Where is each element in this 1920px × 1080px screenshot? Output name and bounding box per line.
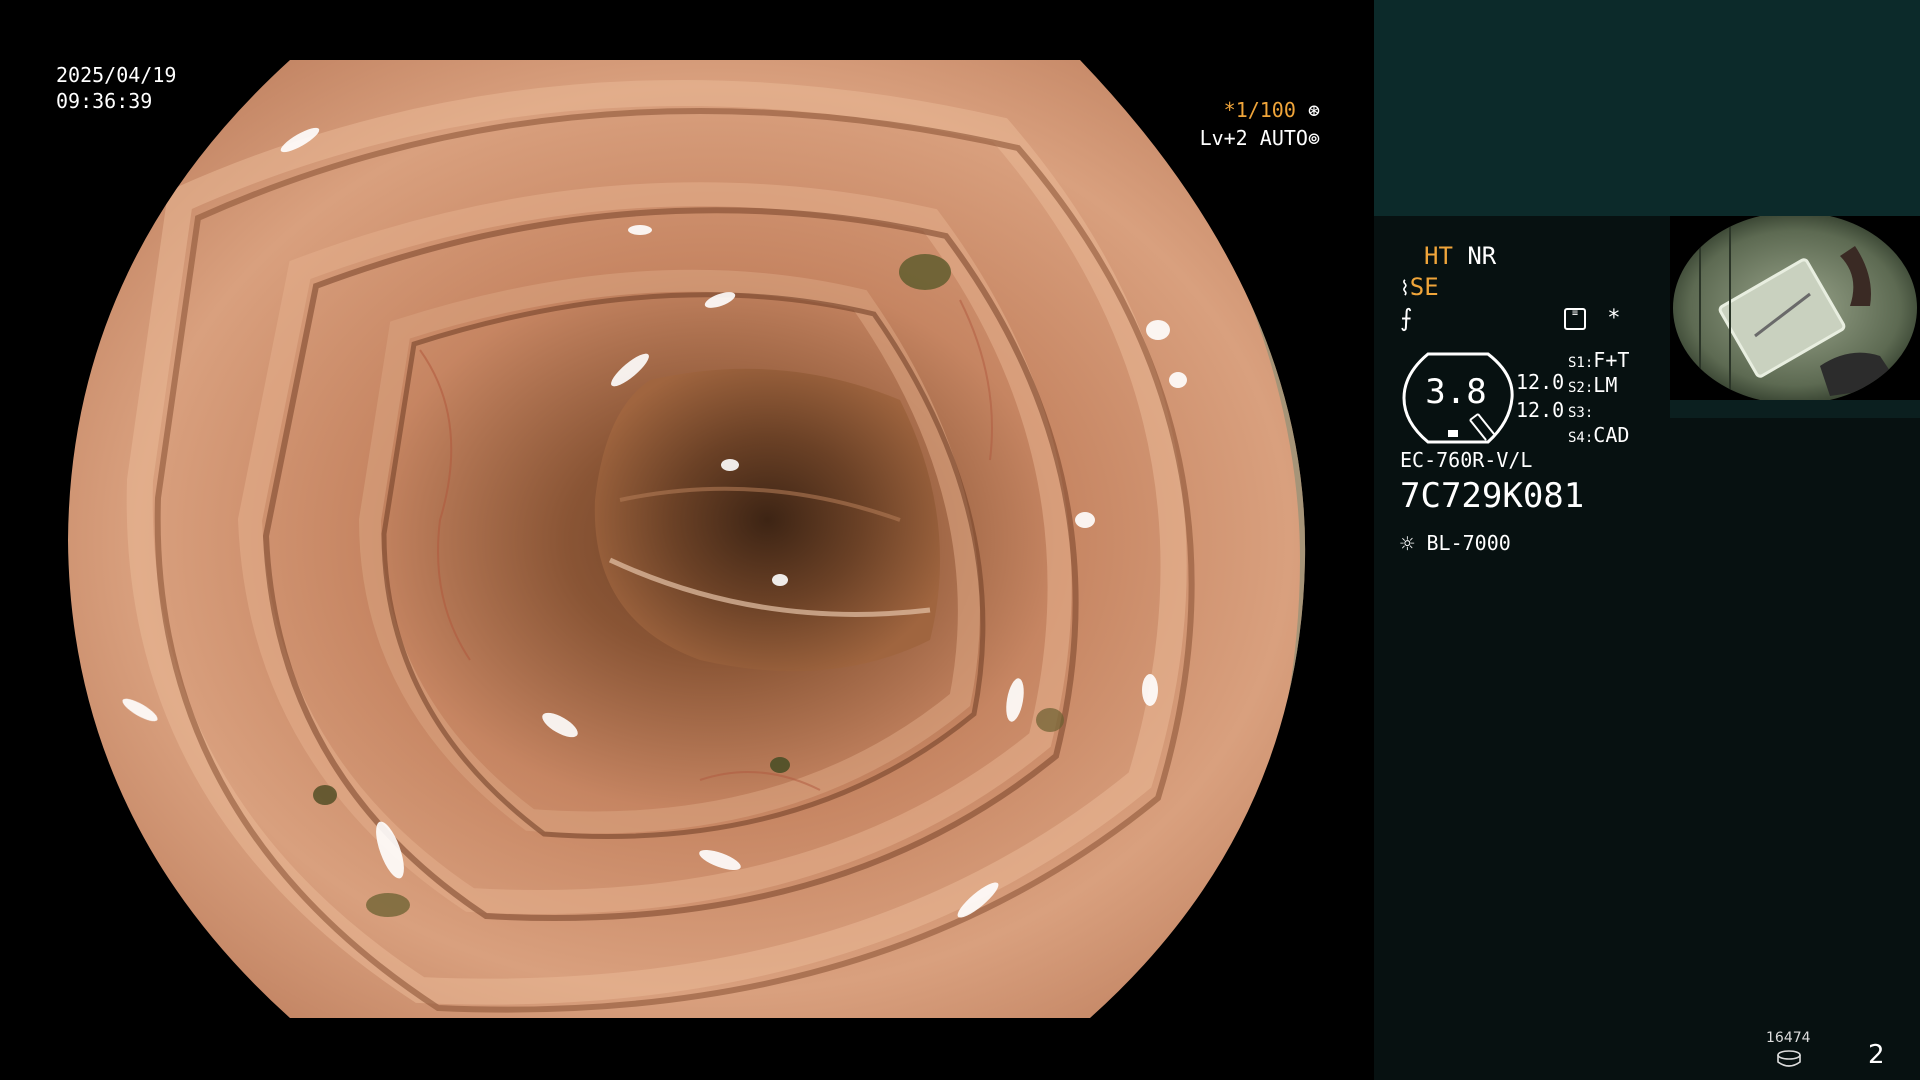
switch-value: LM [1593,373,1618,397]
switch-value: CAD [1593,423,1630,447]
settings-indicators: ≡ * [1564,306,1621,331]
lamp-icon: ☼ [1400,530,1415,558]
color-enhance: ⨍ [1400,304,1413,332]
endoscopic-image [68,60,1306,1018]
switch-key: S4 [1568,430,1585,446]
structure-enhance: ⌇SE [1400,273,1439,301]
value-b: 12.0 [1516,398,1565,422]
timestamp: 2025/04/19 09:36:39 [56,62,176,114]
disk-icon [1777,1050,1801,1067]
switch-key: S1 [1568,355,1585,371]
scope-model: EC-760R-V/L [1400,448,1533,472]
scope-serial: 7C729K081 [1400,476,1585,516]
image-counter: 16474 [1766,1030,1811,1046]
switch-s3: S3: [1568,405,1594,421]
endoscope-viewport: 2025/04/19 09:36:39 *1/100 ⊛ Lv+2 AUTO⊚ [0,0,1372,1080]
star-indicator: * [1607,306,1621,331]
pip-room-camera [1670,216,1920,400]
switch-s1: S1:F+T [1568,348,1630,372]
light-source: ☼ BL-7000 [1400,530,1511,558]
date-label: 2025/04/19 [56,63,177,87]
se-label: SE [1409,273,1439,301]
room-camera-image [1670,216,1920,400]
info-panel: HT NR ⌇SE ⨍ ≡ * 3.8 12.0 12.0 S1:F+T S2:… [1374,0,1920,1080]
switch-key: S2 [1568,380,1585,396]
shutter-speed: 1/100 [1235,98,1296,122]
menu-settings-icon: ≡ [1564,308,1586,330]
panel-header-area [1374,0,1920,216]
switch-s2: S2:LM [1568,373,1618,397]
processing-modes: HT NR [1424,242,1496,270]
aperture-icon: ⊛ [1307,98,1320,122]
page-number: 2 [1868,1040,1885,1070]
ht-label: HT [1424,242,1453,270]
shutter-prefix: * [1223,98,1236,122]
switch-key: S3 [1568,405,1585,421]
exposure-mode: AUTO [1259,126,1308,150]
iris-icon: ⊚ [1307,126,1320,150]
shutter-readout: *1/100 ⊛ [1224,97,1320,123]
switch-s4: S4:CAD [1568,423,1630,447]
structure-enhance-icon: ⌇ [1400,276,1410,300]
nr-label: NR [1467,242,1497,270]
exposure-readout: Lv+2 AUTO⊚ [1200,125,1320,151]
color-enhance-icon: ⨍ [1400,304,1413,332]
switch-value: F+T [1593,348,1630,372]
light-source-model: BL-7000 [1426,531,1511,555]
time-label: 09:36:39 [56,89,153,113]
gauge-value: 3.8 [1425,372,1487,412]
pip-status-bar [1670,400,1920,418]
brightness-level: Lv+2 [1199,126,1248,150]
value-a: 12.0 [1516,370,1565,394]
